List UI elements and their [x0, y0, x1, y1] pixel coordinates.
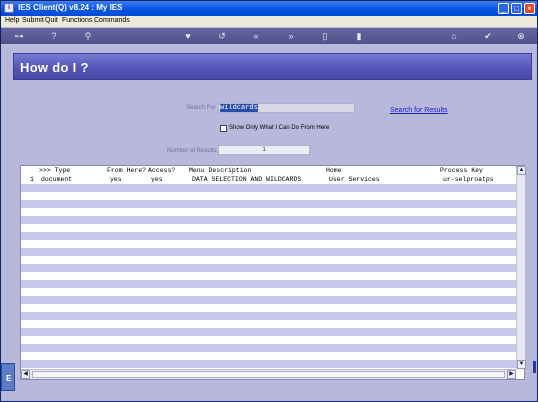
table-row[interactable] — [21, 200, 516, 208]
row-number: 1 — [30, 176, 34, 183]
table-row[interactable] — [21, 328, 516, 336]
table-row[interactable] — [21, 312, 516, 320]
search-input-value: wildcards — [220, 104, 258, 112]
search-for-results-link[interactable]: Search for Results — [390, 107, 448, 114]
number-of-results-label: Number of Results — [167, 148, 217, 154]
menu-quit[interactable]: Quit — [45, 17, 58, 24]
horizontal-scrollbar[interactable]: ◀ ▶ — [21, 369, 516, 379]
table-row[interactable]: 1 document yes yes DATA SELECTION AND WI… — [21, 176, 516, 184]
title-bar[interactable]: i IES Client(Q) v8.24 : My IES _ □ × — [1, 1, 537, 16]
results-grid: >>> Type From Here? Access? Menu Descrip… — [20, 165, 526, 380]
table-row[interactable] — [21, 336, 516, 344]
menu-bar: Help Submit Quit Functions Commands — [1, 16, 537, 27]
help-icon[interactable]: ? — [48, 30, 60, 42]
scroll-right-icon[interactable]: ▶ — [507, 370, 516, 379]
scroll-up-icon[interactable]: ▲ — [517, 166, 526, 175]
horizontal-scroll-thumb[interactable] — [32, 371, 505, 378]
heart-icon[interactable]: ♥ — [182, 30, 194, 42]
toolbar: ⊶ ? ⚲ ♥ ↺ « » ▯ ▮ ⌂ ✔ ⊗ — [1, 28, 537, 44]
ok-icon[interactable]: ✔ — [482, 30, 494, 42]
cell-access: yes — [151, 176, 163, 183]
menu-help[interactable]: Help — [5, 17, 19, 24]
table-row[interactable] — [21, 224, 516, 232]
home-icon[interactable]: ⌂ — [448, 30, 460, 42]
side-panel-tab-label: E — [6, 374, 12, 383]
table-row[interactable] — [21, 184, 516, 192]
menu-submit[interactable]: Submit — [22, 17, 44, 24]
cell-type: document — [41, 176, 73, 183]
table-row[interactable] — [21, 216, 516, 224]
grid-rows: 1 document yes yes DATA SELECTION AND WI… — [21, 176, 516, 369]
column-type[interactable]: >>> Type — [39, 167, 70, 174]
page-header: How do I ? — [13, 53, 532, 80]
window-title: IES Client(Q) v8.24 : My IES — [18, 3, 123, 12]
side-panel-tab[interactable]: E — [1, 363, 15, 391]
forward-icon[interactable]: » — [285, 30, 297, 42]
table-row[interactable] — [21, 360, 516, 368]
application-window: i IES Client(Q) v8.24 : My IES _ □ × Hel… — [0, 0, 538, 402]
table-row[interactable] — [21, 320, 516, 328]
minimize-button[interactable]: _ — [498, 3, 509, 14]
table-row[interactable] — [21, 248, 516, 256]
table-row[interactable] — [21, 232, 516, 240]
table-row[interactable] — [21, 264, 516, 272]
column-from-here[interactable]: From Here? — [107, 167, 146, 174]
close-icon[interactable]: ⊗ — [515, 30, 527, 42]
maximize-button[interactable]: □ — [511, 3, 522, 14]
table-row[interactable] — [21, 288, 516, 296]
show-only-label: Show Only What I Can Do From Here — [229, 125, 330, 131]
column-home[interactable]: Home — [326, 167, 342, 174]
table-row[interactable] — [21, 208, 516, 216]
scroll-down-icon[interactable]: ▼ — [517, 360, 526, 369]
refresh-icon[interactable]: ↺ — [216, 30, 228, 42]
menu-commands[interactable]: Commands — [94, 17, 130, 24]
document-icon[interactable]: ▯ — [319, 30, 331, 42]
cell-from-here: yes — [110, 176, 122, 183]
cell-description: DATA SELECTION AND WILDCARDS — [192, 176, 302, 183]
table-row[interactable] — [21, 304, 516, 312]
close-window-button[interactable]: × — [524, 3, 535, 14]
vertical-scrollbar[interactable]: ▲ ▼ — [516, 166, 526, 369]
table-row[interactable] — [21, 272, 516, 280]
table-row[interactable] — [21, 344, 516, 352]
search-input[interactable]: wildcards — [218, 103, 355, 113]
search-label: Search For — [186, 105, 216, 111]
scroll-left-icon[interactable]: ◀ — [21, 370, 30, 379]
table-row[interactable] — [21, 240, 516, 248]
table-row[interactable] — [21, 296, 516, 304]
search-icon[interactable]: ⚲ — [82, 30, 94, 42]
show-only-checkbox[interactable] — [220, 125, 227, 132]
column-access[interactable]: Access? — [148, 167, 175, 174]
table-row[interactable] — [21, 192, 516, 200]
page-icon[interactable]: ▮ — [353, 30, 365, 42]
grid-header: >>> Type From Here? Access? Menu Descrip… — [21, 166, 516, 176]
app-icon: i — [4, 3, 14, 13]
menu-functions[interactable]: Functions — [62, 17, 92, 24]
cell-process-key: ur-selproatps — [443, 176, 494, 183]
page-title: How do I ? — [20, 60, 89, 75]
table-row[interactable] — [21, 256, 516, 264]
table-row[interactable] — [21, 280, 516, 288]
table-row[interactable] — [21, 352, 516, 360]
column-menu-description[interactable]: Menu Description — [189, 167, 251, 174]
number-of-results-field: 1 — [218, 145, 310, 155]
cell-home: User Services — [329, 176, 380, 183]
key-icon[interactable]: ⊶ — [13, 30, 25, 42]
resize-handle[interactable] — [533, 361, 536, 373]
column-process-key[interactable]: Process Key — [440, 167, 483, 174]
back-icon[interactable]: « — [250, 30, 262, 42]
